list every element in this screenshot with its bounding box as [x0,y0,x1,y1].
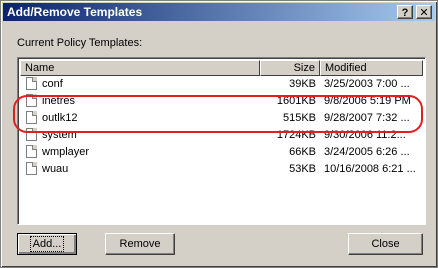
window-title: Add/Remove Templates [7,5,143,19]
template-file-icon [26,128,37,141]
template-file-icon [26,145,37,158]
item-size: 39KB [289,78,316,90]
item-name: wuau [42,163,69,175]
list-header: Name Size Modified [20,60,423,76]
item-modified: 10/16/2008 6:21 ... [324,163,416,175]
list-item[interactable]: outlk12 515KB 9/28/2007 7:32 ... [20,110,423,127]
template-file-icon [26,162,37,175]
list-item[interactable]: wuau 53KB 10/16/2008 6:21 ... [20,161,423,178]
close-window-button[interactable]: ✕ [416,5,432,19]
item-name: wmplayer [42,146,90,158]
list-item[interactable]: system 1724KB 9/30/2006 11:2... [20,127,423,144]
templates-list-label: Current Policy Templates: [17,37,143,49]
item-name: outlk12 [42,112,78,124]
remove-button[interactable]: Remove [105,233,175,255]
item-modified: 9/30/2006 11:2... [324,129,406,141]
template-file-icon [26,94,37,107]
item-size: 53KB [289,163,316,175]
list-item[interactable]: wmplayer 66KB 3/24/2005 6:26 ... [20,144,423,161]
help-button[interactable]: ? [397,5,413,19]
templates-list[interactable]: Name Size Modified conf 39KB 3/25/2003 7… [17,57,426,225]
title-bar: Add/Remove Templates ? ✕ [3,3,435,21]
item-modified: 3/25/2003 7:00 ... [324,78,410,90]
dialog-window: Add/Remove Templates ? ✕ Current Policy … [0,0,438,268]
column-header-modified[interactable]: Modified [320,60,423,76]
column-header-name[interactable]: Name [20,60,260,76]
item-name: inetres [42,95,76,107]
template-file-icon [26,77,37,90]
close-button[interactable]: Close [348,233,423,255]
item-size: 66KB [289,146,316,158]
column-header-size[interactable]: Size [260,60,320,76]
item-modified: 3/24/2005 6:26 ... [324,146,410,158]
item-name: conf [42,78,63,90]
add-button-label: Add... [29,236,65,252]
template-file-icon [26,111,37,124]
item-name: system [42,129,77,141]
item-size: 1601KB [276,95,316,107]
add-button[interactable]: Add... [17,233,77,255]
item-modified: 9/8/2006 5:19 PM [324,95,411,107]
item-modified: 9/28/2007 7:32 ... [324,112,410,124]
item-size: 1724KB [276,129,316,141]
item-size: 515KB [282,112,316,124]
list-item[interactable]: conf 39KB 3/25/2003 7:00 ... [20,76,423,93]
list-item[interactable]: inetres 1601KB 9/8/2006 5:19 PM [20,93,423,110]
